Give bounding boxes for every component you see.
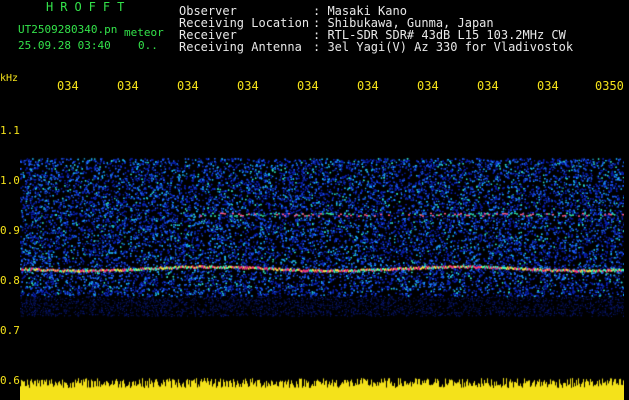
mode-tag: meteor	[124, 26, 164, 39]
y-tick-label: 0.8	[0, 274, 20, 287]
spectrogram-canvas	[20, 96, 624, 400]
y-tick-label: 0.6	[0, 374, 20, 387]
x-tick-label: 034	[357, 79, 379, 93]
y-axis-unit: kHz	[0, 73, 19, 84]
x-tick-label: 034	[297, 79, 319, 93]
filename-label: UT2509280340.pn	[18, 23, 118, 36]
antenna-value: : 3el Yagi(V) Az 330 for Vladivostok	[313, 40, 574, 54]
timestamp-label: 25.09.28 03:40	[18, 39, 111, 52]
x-tick-label: 034	[177, 79, 199, 93]
x-tick-label: 034	[477, 79, 499, 93]
y-tick-label: 0.7	[0, 324, 20, 337]
x-tick-label: 034	[537, 79, 559, 93]
count-label: 0..	[138, 39, 158, 52]
x-tick-label: 034	[417, 79, 439, 93]
x-tick-label: 0350	[595, 79, 624, 93]
y-tick-label: 1.1	[0, 124, 20, 137]
y-tick-label: 1.0	[0, 174, 20, 187]
x-tick-label: 034	[57, 79, 79, 93]
antenna-key: Receiving Antenna	[179, 40, 302, 54]
y-tick-label: 0.9	[0, 224, 20, 237]
x-tick-label: 034	[117, 79, 139, 93]
station-title: HROFFT	[46, 0, 132, 14]
x-tick-label: 034	[237, 79, 259, 93]
